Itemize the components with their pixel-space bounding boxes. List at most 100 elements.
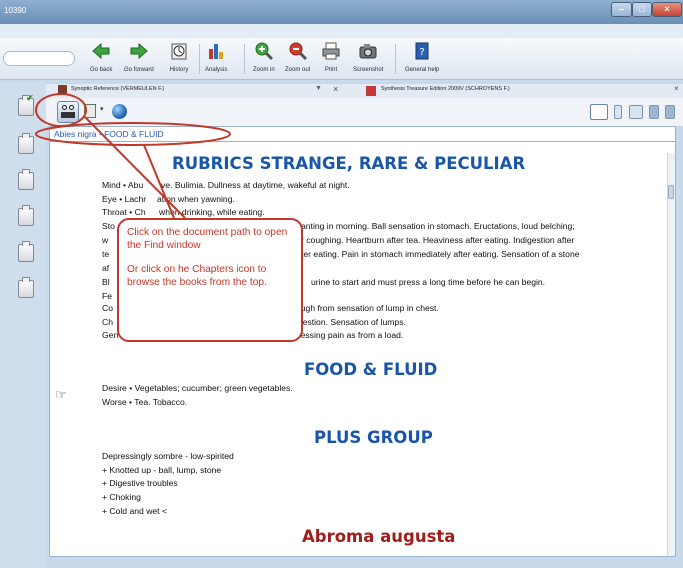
arrow-right-icon bbox=[130, 42, 148, 60]
path-divider bbox=[50, 141, 675, 142]
rubric-line: r coughing. Heartburn after tea. Heavine… bbox=[301, 235, 575, 245]
search-input[interactable] bbox=[3, 51, 75, 66]
bar-chart-icon bbox=[209, 44, 224, 59]
go-forward-label: Go forward bbox=[124, 67, 154, 73]
analysis-button[interactable]: Analysis bbox=[205, 41, 227, 73]
chapters-icon[interactable] bbox=[57, 101, 79, 123]
toolbar-separator bbox=[395, 44, 396, 74]
clipboard-icon[interactable] bbox=[18, 169, 34, 190]
clipboard-icon[interactable] bbox=[18, 241, 34, 262]
plus-line: + Cold and wet < bbox=[102, 506, 167, 516]
tutorial-callout: Click on the document path to open the F… bbox=[117, 218, 303, 342]
food-line: Worse • Tea. Tobacco. bbox=[102, 397, 188, 407]
rubric-line: ation when yawning. bbox=[157, 194, 235, 204]
callout-text-find: Click on the document path to open the F… bbox=[127, 227, 288, 252]
rubric-line: Fe bbox=[102, 291, 113, 301]
heading-plus-group: PLUS GROUP bbox=[314, 428, 433, 447]
rubric-line: af bbox=[102, 263, 110, 273]
pointing-hand-icon: ☞ bbox=[55, 387, 67, 402]
toolbar-separator bbox=[199, 44, 200, 74]
globe-icon[interactable] bbox=[112, 104, 127, 119]
heading-food-fluid: FOOD & FLUID bbox=[304, 360, 438, 379]
rubric-line: Pressing pain as from a load. bbox=[292, 330, 404, 340]
heading-rubrics: RUBRICS STRANGE, RARE & PECULIAR bbox=[172, 154, 526, 173]
rubric-line: te bbox=[102, 249, 110, 259]
close-tab-button[interactable]: × bbox=[333, 84, 338, 94]
printer-icon bbox=[322, 42, 340, 60]
clipboard-icon[interactable] bbox=[18, 133, 34, 154]
clipboard-icon[interactable] bbox=[18, 205, 34, 226]
rubric-line: Gen bbox=[102, 330, 119, 340]
plus-line: Depressingly sombre - low-spirited bbox=[102, 451, 234, 461]
screenshot-button[interactable]: Screenshot bbox=[353, 41, 383, 73]
title-bar: 10390 – □ × bbox=[0, 0, 683, 24]
plus-line: + Choking bbox=[102, 492, 141, 502]
zoom-out-icon bbox=[289, 42, 307, 61]
zoom-out-label: Zoom out bbox=[285, 67, 311, 73]
close-icon: × bbox=[664, 4, 670, 14]
plus-line: + Digestive troubles bbox=[102, 478, 178, 488]
tab-synoptic-reference[interactable]: Synoptic Reference (VERMEULEN F.) bbox=[71, 86, 164, 92]
rubric-line: ve. Bulimia. Dullness at daytime, wakefu… bbox=[161, 180, 350, 190]
layout-icon[interactable] bbox=[628, 105, 643, 119]
rubric-line: Sto bbox=[102, 221, 115, 231]
main-toolbar: Go back Go forward History Analysis Zoom… bbox=[0, 38, 683, 80]
go-back-label: Go back bbox=[90, 67, 113, 73]
print-label: Print bbox=[324, 67, 338, 73]
arrow-left-icon bbox=[92, 42, 110, 60]
menu-strip bbox=[0, 24, 683, 38]
chevron-down-icon[interactable]: ▾ bbox=[100, 105, 104, 113]
plus-line: + Knotted up - ball, lump, stone bbox=[102, 465, 222, 475]
rubric-line: Throat • Ch bbox=[102, 207, 146, 217]
scrollbar-thumb[interactable] bbox=[668, 185, 674, 199]
toolbar-separator bbox=[244, 44, 245, 74]
rubric-line: ough from sensation of lump in chest. bbox=[296, 303, 439, 313]
tab-dropdown-icon[interactable]: ▼ bbox=[315, 85, 322, 92]
go-forward-button[interactable]: Go forward bbox=[124, 41, 154, 73]
maximize-icon: □ bbox=[639, 4, 645, 14]
expand-icon[interactable] bbox=[648, 105, 659, 119]
zoom-out-button[interactable]: Zoom out bbox=[285, 41, 310, 73]
highlight-tool-icon[interactable] bbox=[590, 104, 609, 120]
close-tab-button[interactable]: × bbox=[674, 84, 679, 93]
tab-synthesis-treasure[interactable]: Synthesis Treasure Edition 2009V (SCHROY… bbox=[381, 86, 510, 92]
general-help-button[interactable]: ? General help bbox=[405, 41, 439, 73]
book-select-icon[interactable] bbox=[84, 104, 96, 118]
rubric-line: ter eating. Pain in stomach immediately … bbox=[301, 249, 580, 259]
help-book-icon: ? bbox=[415, 42, 429, 60]
window-title: 10390 bbox=[4, 6, 27, 15]
left-icon-rail: ✔ bbox=[0, 82, 46, 568]
rubric-line: Mind • Abu bbox=[102, 180, 144, 190]
close-window-button[interactable]: × bbox=[652, 2, 682, 17]
vertical-scrollbar[interactable] bbox=[667, 153, 675, 556]
rubric-line: w bbox=[102, 235, 109, 245]
rubric-line: Bl bbox=[102, 277, 110, 287]
rubric-line: Co bbox=[102, 303, 113, 313]
rubric-line: igestion. Sensation of lumps. bbox=[296, 317, 406, 327]
rubric-line: when drinking, while eating. bbox=[159, 207, 265, 217]
print-button[interactable]: Print bbox=[321, 41, 341, 73]
clipboard-icon[interactable] bbox=[18, 277, 34, 298]
minimize-icon: – bbox=[618, 4, 624, 14]
history-icon bbox=[171, 43, 187, 60]
analysis-label: Analysis bbox=[205, 67, 228, 73]
view-tools bbox=[586, 104, 675, 120]
zoom-in-icon bbox=[255, 42, 273, 61]
go-back-button[interactable]: Go back bbox=[90, 41, 112, 73]
document-toolbar: ▾ bbox=[46, 98, 683, 126]
minimize-button[interactable]: – bbox=[611, 2, 632, 17]
camera-icon bbox=[359, 44, 377, 59]
document-path-link[interactable]: Abies nigra - FOOD & FLUID bbox=[54, 129, 164, 139]
book-icon bbox=[58, 85, 67, 95]
maximize-button[interactable]: □ bbox=[632, 2, 652, 17]
chapter-checked-icon[interactable]: ✔ bbox=[18, 93, 34, 116]
history-label: History bbox=[169, 67, 189, 73]
document-tab-bar: Synoptic Reference (VERMEULEN F.) ▼ × Sy… bbox=[46, 84, 683, 98]
dropdown-icon[interactable] bbox=[614, 105, 623, 119]
history-button[interactable]: History bbox=[169, 41, 189, 73]
rubric-line: anting in morning. Ball sensation in sto… bbox=[301, 221, 575, 231]
collapse-icon[interactable] bbox=[665, 105, 675, 119]
book-icon bbox=[366, 86, 376, 96]
general-help-label: General help bbox=[405, 67, 440, 73]
zoom-in-button[interactable]: Zoom in bbox=[253, 41, 275, 73]
